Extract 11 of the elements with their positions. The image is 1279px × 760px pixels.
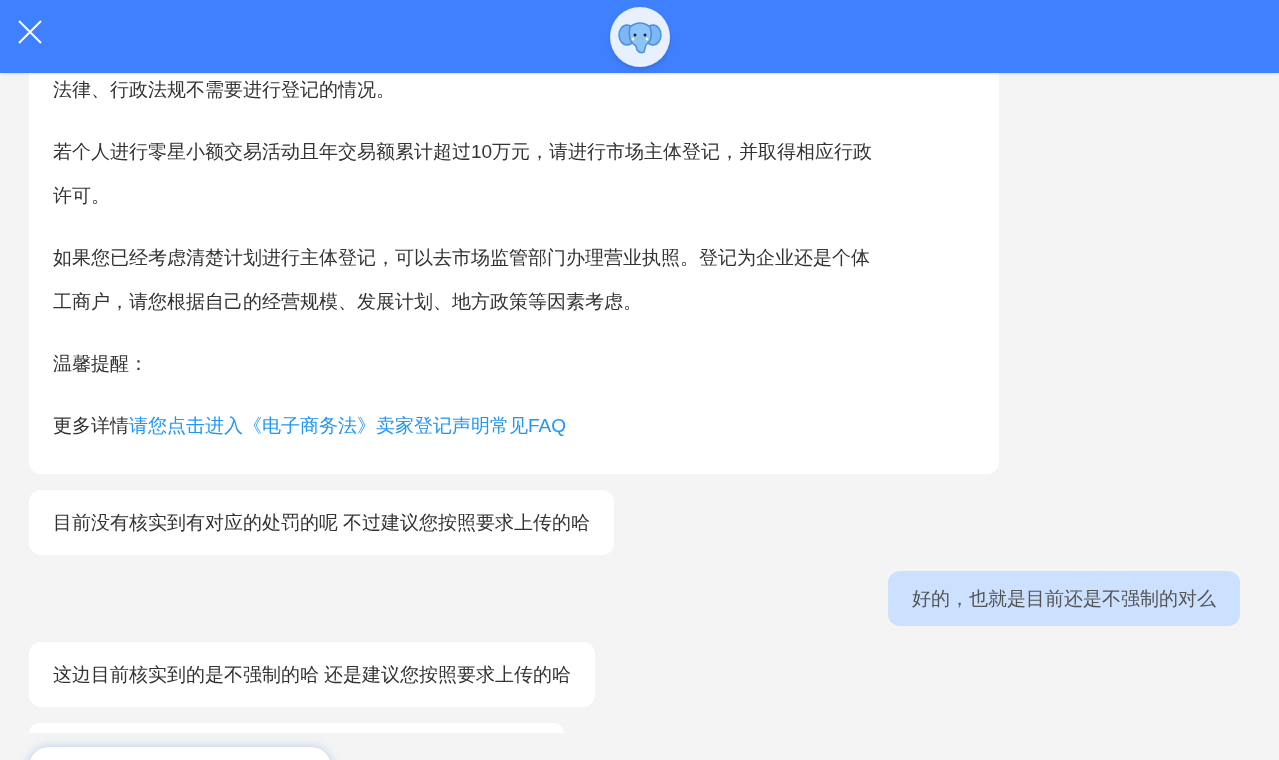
- message-paragraph: 更多详情请您点击进入《电子商务法》卖家登记声明常见FAQ: [53, 414, 567, 438]
- message-bubble: 好的，也就是目前还是不强制的对么: [888, 571, 1240, 626]
- message-paragraph: 如果您已经考虑清楚计划进行主体登记，可以去市场监管部门办理营业执照。登记为企业还是个体工商户，请您根据自己的经营规模、发展计划、地方政策等因素考虑。: [53, 246, 871, 314]
- close-icon: [17, 19, 43, 45]
- faq-link[interactable]: 请您点击进入《电子商务法》卖家登记声明常见FAQ: [129, 415, 566, 436]
- message-paragraph: 若个人进行零星小额交易活动且年交易额累计超过10万元，请进行市场主体登记，并取得相应行政许可。: [53, 140, 874, 208]
- message-paragraph: 温馨提醒：: [53, 352, 149, 376]
- message-paragraph: 法律、行政法规不需要进行登记的情况。: [53, 78, 396, 102]
- message-bubble: 这边目前核实到的是不强制的哈 还是建议您按照要求上传的哈: [29, 642, 596, 707]
- message-bubble: 目前没有核实到有对应的处罚的呢 不过建议您按照要求上传的哈: [29, 490, 615, 555]
- close-button[interactable]: [16, 18, 44, 46]
